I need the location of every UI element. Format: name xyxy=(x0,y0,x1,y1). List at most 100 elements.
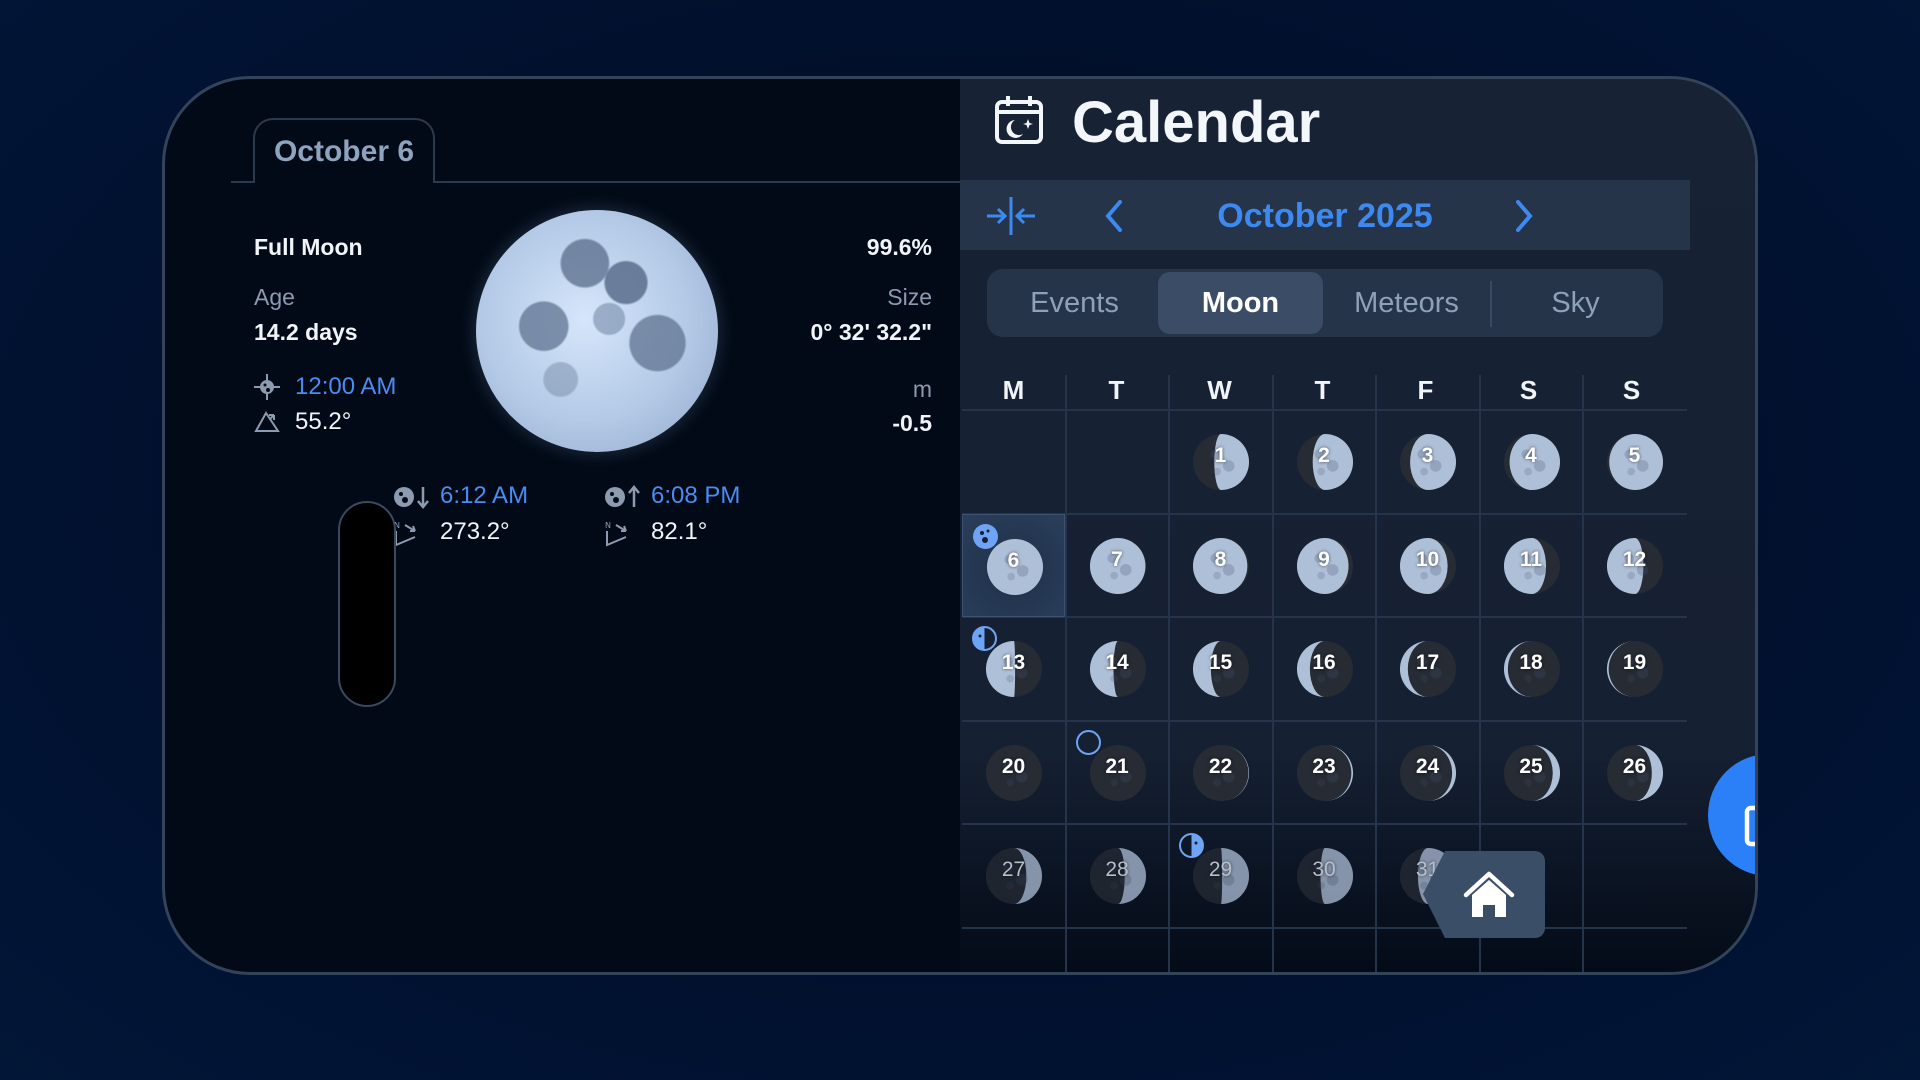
calendar-day-cell[interactable]: 10 xyxy=(1376,514,1479,617)
day-number: 27 xyxy=(1001,858,1026,881)
category-tabs: Events Moon Meteors Sky xyxy=(987,269,1663,337)
month-navigation-bar: October 2025 xyxy=(960,180,1690,250)
calendar-day-cell[interactable]: 13 xyxy=(962,617,1065,720)
weekday-mon: M xyxy=(1002,375,1025,405)
day-number: 21 xyxy=(1105,754,1129,778)
tab-events[interactable]: Events xyxy=(993,272,1156,334)
weekday-thu: T xyxy=(1314,375,1331,405)
last-quarter-event-icon xyxy=(972,626,997,651)
day-number: 14 xyxy=(1105,651,1129,674)
calendar-day-cell[interactable]: 21 xyxy=(1066,721,1169,824)
azimuth-compass-icon: N xyxy=(605,521,627,547)
calendar-day-cell[interactable]: 9 xyxy=(1273,514,1376,617)
moonset-azimuth: 273.2° xyxy=(440,518,510,545)
day-number: 15 xyxy=(1208,651,1233,674)
day-number: 7 xyxy=(1111,547,1123,571)
calendar-day-cell[interactable]: 5 xyxy=(1583,410,1686,513)
calendar-day-cell[interactable]: 4 xyxy=(1480,410,1583,513)
tab-sky[interactable]: Sky xyxy=(1494,272,1657,334)
moonset-icon xyxy=(394,487,429,509)
full-moon-event-icon xyxy=(973,523,998,549)
day-number: 3 xyxy=(1421,444,1434,467)
calendar-day-cell[interactable]: 18 xyxy=(1480,617,1583,720)
day-number: 20 xyxy=(1001,754,1026,778)
day-number: 23 xyxy=(1312,754,1336,778)
svg-text:N: N xyxy=(605,521,611,530)
calendar-day-cell[interactable]: 20 xyxy=(962,721,1065,824)
day-number: 17 xyxy=(1415,651,1440,674)
day-number: 25 xyxy=(1519,754,1543,778)
day-number: 24 xyxy=(1415,754,1440,778)
calendar-day-cell[interactable]: 28 xyxy=(1066,824,1169,927)
day-number: 8 xyxy=(1214,547,1227,571)
share-button[interactable] xyxy=(1708,754,1755,876)
age-value: 14.2 days xyxy=(254,319,358,345)
day-number: 9 xyxy=(1318,547,1330,571)
day-number: 12 xyxy=(1622,547,1647,571)
phase-name: Full Moon xyxy=(254,234,363,260)
calendar-day-cell[interactable]: 25 xyxy=(1480,721,1583,824)
calendar-day-cell[interactable]: 19 xyxy=(1583,617,1686,720)
calendar-day-cell[interactable]: 30 xyxy=(1273,824,1376,927)
calendar-day-cell[interactable]: 27 xyxy=(962,824,1065,927)
day-number: 16 xyxy=(1312,651,1336,674)
day-number: 1 xyxy=(1214,444,1227,467)
illumination-value: 99.6% xyxy=(866,234,932,260)
calendar-day-cell[interactable]: 1 xyxy=(1169,410,1272,513)
calendar-day-cell[interactable]: 23 xyxy=(1273,721,1376,824)
moonrise-time: 6:08 PM xyxy=(651,482,741,509)
tab-moon[interactable]: Moon xyxy=(1158,272,1323,334)
moon-image xyxy=(476,210,718,452)
home-button[interactable] xyxy=(1423,851,1545,938)
tab-meteors[interactable]: Meteors xyxy=(1325,272,1488,334)
home-icon xyxy=(1423,851,1545,938)
day-number: 11 xyxy=(1519,547,1543,571)
tab-divider xyxy=(1490,281,1492,327)
day-number: 6 xyxy=(1007,548,1020,572)
calendar-day-cell[interactable]: 12 xyxy=(1583,514,1686,617)
azimuth-compass-icon: N xyxy=(394,521,416,547)
weekday-wed: W xyxy=(1207,375,1232,405)
weekday-fri: F xyxy=(1417,375,1434,405)
moon-detail-panel: October 6 Full Moon 99.6% Age 14.2 days … xyxy=(165,79,960,972)
calendar-day-cell[interactable]: 11 xyxy=(1480,514,1583,617)
moon-transit-icon xyxy=(254,374,280,400)
day-number: 5 xyxy=(1628,444,1641,467)
calendar-panel: Calendar October 2025 Events Moon Meteor… xyxy=(960,79,1755,972)
weekday-sun: S xyxy=(1622,375,1641,405)
calendar-day-cell[interactable]: 26 xyxy=(1583,721,1686,824)
moonrise-icon xyxy=(605,485,640,507)
new-moon-event-icon xyxy=(1075,729,1101,755)
calendar-day-cell[interactable]: 16 xyxy=(1273,617,1376,720)
calendar-day-cell[interactable]: 15 xyxy=(1169,617,1272,720)
calendar-day-cell[interactable]: 7 xyxy=(1066,514,1169,617)
transit-altitude: 55.2° xyxy=(295,408,352,435)
camera-pill xyxy=(338,501,396,707)
moonrise-azimuth: 82.1° xyxy=(651,518,708,545)
first-quarter-event-icon xyxy=(1179,833,1204,858)
day-number: 10 xyxy=(1415,547,1440,571)
day-number: 19 xyxy=(1622,651,1647,674)
day-number: 26 xyxy=(1622,754,1647,778)
calendar-day-cell[interactable]: 17 xyxy=(1376,617,1479,720)
day-number: 29 xyxy=(1208,858,1233,881)
chevron-right-icon[interactable] xyxy=(1512,198,1536,234)
size-value: 0° 32' 32.2" xyxy=(810,319,933,345)
weekday-sat: S xyxy=(1519,375,1538,405)
month-label: October 2025 xyxy=(1217,197,1433,235)
selected-date-tab[interactable]: October 6 xyxy=(253,118,435,183)
day-number: 22 xyxy=(1208,754,1233,778)
calendar-day-cell[interactable]: 14 xyxy=(1066,617,1169,720)
day-number: 18 xyxy=(1519,651,1543,674)
calendar-day-cell[interactable]: 24 xyxy=(1376,721,1479,824)
calendar-moon-icon xyxy=(995,96,1043,144)
calendar-day-cell[interactable]: 6 xyxy=(962,513,1065,617)
calendar-day-cell[interactable]: 22 xyxy=(1169,721,1272,824)
calendar-title: Calendar xyxy=(1072,90,1321,155)
calendar-day-cell[interactable]: 3 xyxy=(1376,410,1479,513)
calendar-day-cell[interactable]: 2 xyxy=(1273,410,1376,513)
day-number: 13 xyxy=(1001,651,1026,674)
calendar-day-cell[interactable]: 8 xyxy=(1169,514,1272,617)
calendar-day-cell[interactable]: 29 xyxy=(1169,824,1272,927)
size-label: Size xyxy=(887,284,932,310)
